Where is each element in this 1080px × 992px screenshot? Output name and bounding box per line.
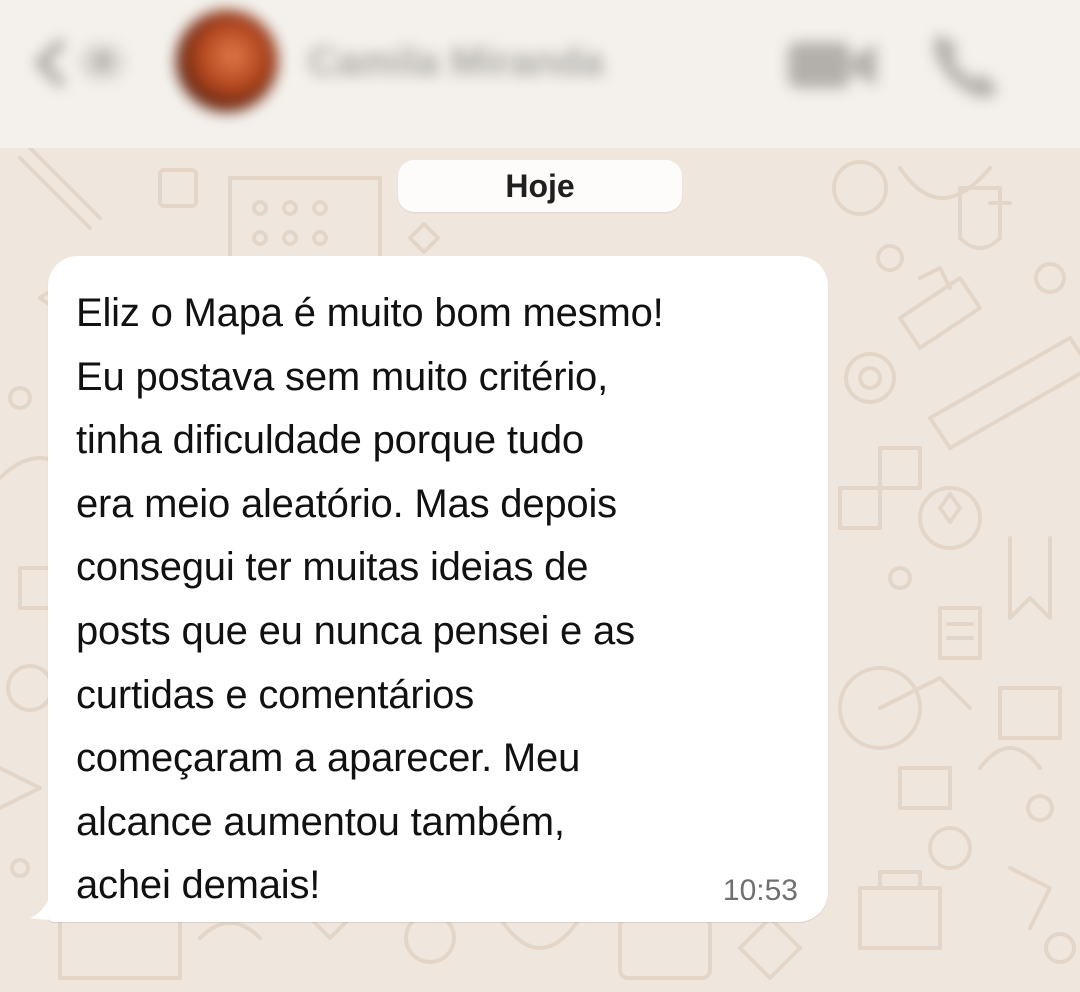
video-call-icon[interactable] — [782, 34, 882, 94]
chat-area[interactable]: Hoje Eliz o Mapa é muito bom mesmo! Eu p… — [0, 148, 1080, 992]
unread-count-badge[interactable]: 3 — [80, 44, 124, 80]
message-text: Eliz o Mapa é muito bom mesmo! Eu postav… — [76, 291, 664, 908]
date-separator: Hoje — [398, 160, 682, 212]
contact-name[interactable]: Camila Miranda — [308, 40, 604, 85]
chat-header: 3 Camila Miranda — [0, 0, 1080, 148]
message-timestamp: 10:53 — [722, 874, 798, 907]
back-chevron-icon[interactable] — [26, 38, 76, 88]
phone-call-icon[interactable] — [926, 26, 1006, 102]
incoming-message-bubble[interactable]: Eliz o Mapa é muito bom mesmo! Eu postav… — [48, 256, 828, 922]
header-blur-layer: 3 Camila Miranda — [0, 0, 1080, 148]
contact-avatar[interactable] — [176, 10, 278, 112]
